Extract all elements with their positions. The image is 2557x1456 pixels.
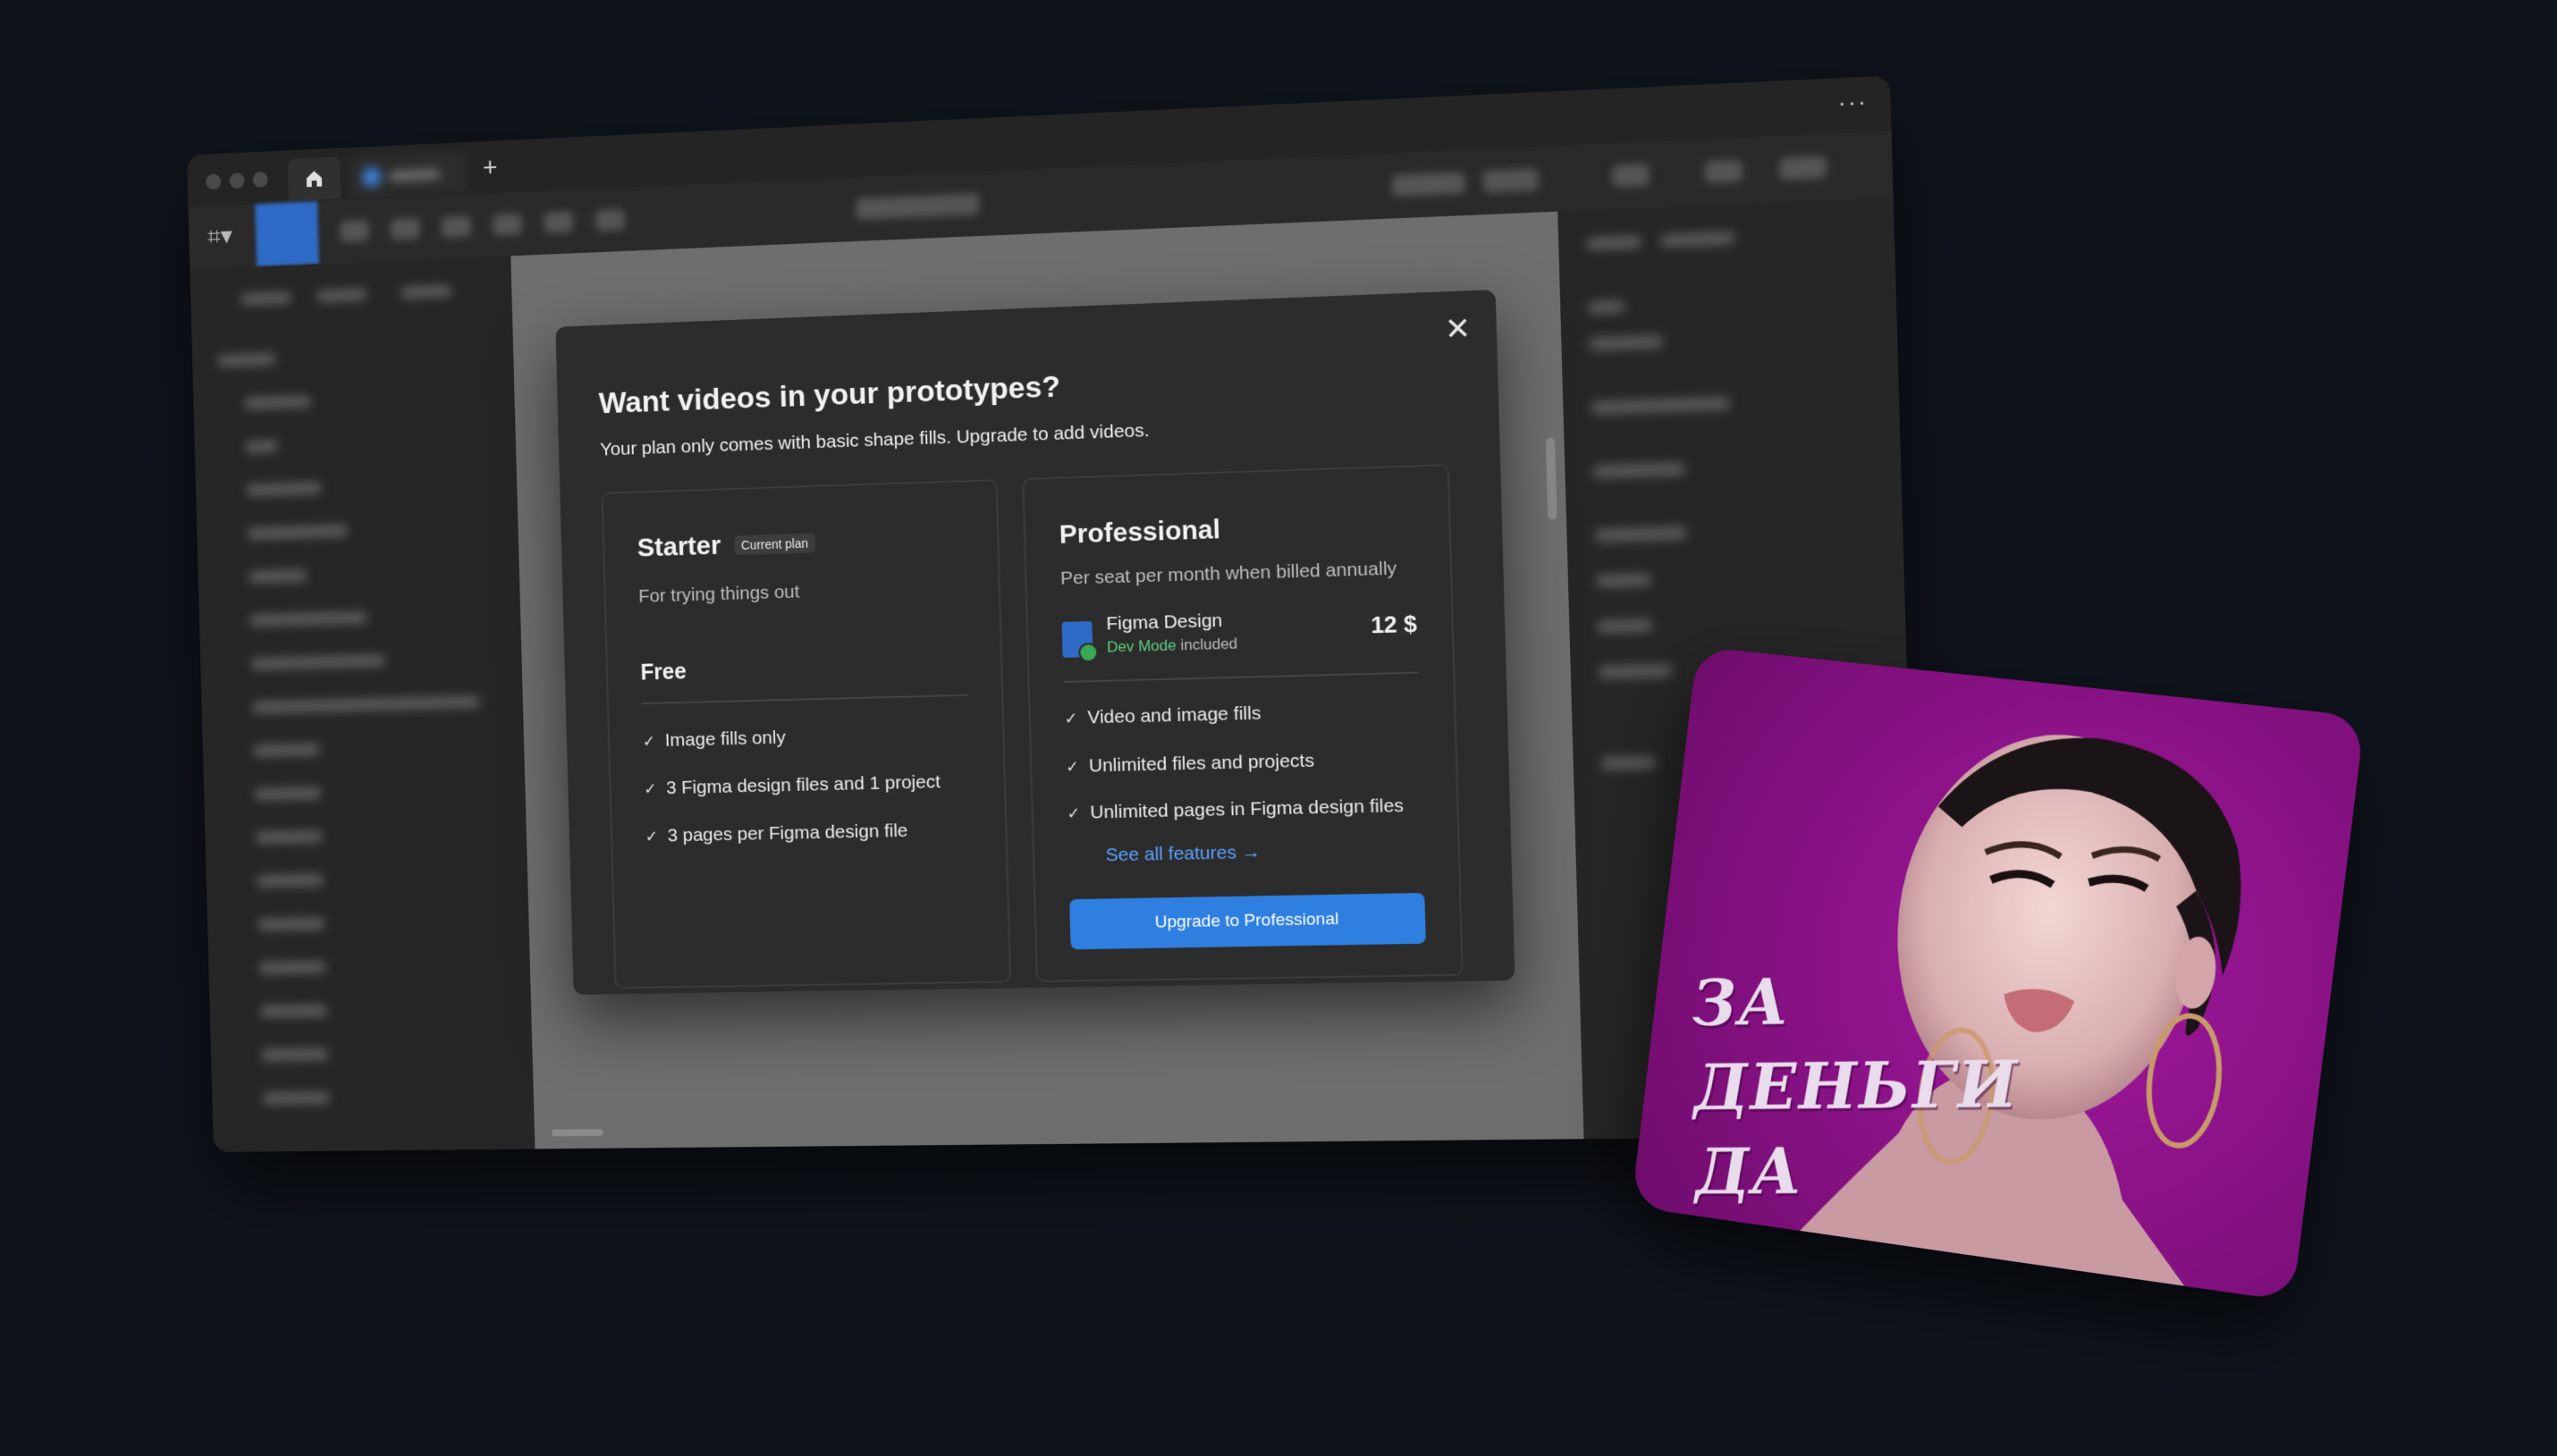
close-window-button[interactable]: [206, 173, 222, 190]
zoom-control[interactable]: [1611, 164, 1650, 188]
figma-menu-icon[interactable]: ⌗▾: [207, 221, 233, 251]
check-icon: ✓: [1067, 804, 1081, 823]
file-tab-label: [389, 169, 441, 181]
present-button[interactable]: [1482, 168, 1539, 193]
layer-item[interactable]: [252, 743, 321, 758]
close-icon[interactable]: ✕: [1444, 310, 1471, 348]
page-section-label: [1588, 299, 1625, 315]
layer-item[interactable]: [250, 654, 386, 670]
plan-name: Professional: [1059, 515, 1221, 550]
figma-design-icon: [1061, 620, 1099, 663]
feature-item: ✓ 3 pages per Figma design file: [645, 820, 908, 846]
file-tab-icon: [361, 166, 382, 188]
check-icon: ✓: [643, 779, 657, 798]
shape-tool-button[interactable]: [390, 217, 420, 240]
frame-tool-button[interactable]: [340, 220, 369, 242]
maximize-window-button[interactable]: [252, 171, 268, 189]
layer-item[interactable]: [254, 787, 322, 801]
background-color-field[interactable]: [1589, 334, 1664, 351]
plan-description: For trying things out: [637, 581, 800, 607]
professional-plan-card: Professional Per seat per month when bil…: [1022, 464, 1464, 982]
user-avatar[interactable]: [1779, 156, 1827, 181]
home-icon: [306, 170, 323, 188]
style-item[interactable]: [1598, 664, 1673, 679]
plan-tier: Free: [640, 659, 687, 686]
layer-item[interactable]: [251, 695, 481, 714]
layer-item[interactable]: [259, 1004, 328, 1018]
feature-item: ✓ Unlimited files and projects: [1065, 750, 1315, 777]
price: 12 $: [1370, 610, 1418, 639]
modal-subtitle: Your plan only comes with basic shape fi…: [599, 420, 1150, 460]
view-settings-button[interactable]: [1704, 159, 1743, 183]
layer-item[interactable]: [258, 961, 327, 975]
layer-item[interactable]: [248, 569, 308, 584]
layer-item[interactable]: [247, 524, 349, 541]
check-icon: ✓: [642, 732, 656, 751]
home-tab[interactable]: [287, 156, 342, 201]
modal-title: Want videos in your prototypes?: [598, 369, 1061, 421]
style-item[interactable]: [1595, 573, 1652, 588]
export-section[interactable]: [1600, 755, 1658, 770]
style-item[interactable]: [1594, 526, 1688, 543]
plan-name: Starter: [637, 530, 722, 563]
local-variables[interactable]: [1591, 396, 1731, 415]
current-plan-badge: Current plan: [733, 533, 816, 556]
divider: [641, 694, 968, 705]
move-tool-button[interactable]: [255, 201, 319, 267]
layer-item[interactable]: [257, 917, 325, 931]
upgrade-modal: ✕ Want videos in your prototypes? Your p…: [555, 289, 1515, 995]
dev-mode-icon: [1078, 642, 1099, 663]
file-name-breadcrumb[interactable]: [855, 193, 980, 221]
page-select[interactable]: [401, 284, 452, 299]
prototype-tab[interactable]: [1659, 231, 1735, 248]
feature-item: ✓ 3 Figma design files and 1 project: [643, 771, 941, 799]
music-cover-image: ЗА ДЕНЬГИ ДА: [1631, 646, 2366, 1302]
horizontal-scrollbar[interactable]: [551, 1129, 603, 1137]
share-button[interactable]: [1391, 172, 1465, 198]
pages-header: [217, 352, 277, 367]
layer-item[interactable]: [261, 1048, 329, 1062]
file-tab[interactable]: [348, 150, 468, 198]
assets-tab[interactable]: [316, 288, 367, 303]
divider: [1063, 671, 1419, 683]
see-all-features-link[interactable]: See all features →: [1105, 842, 1261, 867]
style-item[interactable]: [1597, 619, 1653, 634]
feature-item: ✓ Unlimited pages in Figma design files: [1067, 795, 1405, 823]
pen-tool-button[interactable]: [441, 215, 471, 239]
minimize-window-button[interactable]: [229, 173, 245, 189]
layers-tab[interactable]: [241, 290, 291, 306]
text-tool-button[interactable]: [492, 213, 522, 236]
feature-item: ✓ Image fills only: [642, 727, 786, 751]
product-name: Figma Design: [1106, 610, 1223, 635]
page-item[interactable]: [246, 482, 322, 497]
check-icon: ✓: [1064, 709, 1078, 728]
plan-description: Per seat per month when billed annually: [1059, 558, 1397, 589]
local-styles[interactable]: [1592, 462, 1686, 479]
comment-tool-button[interactable]: [595, 208, 626, 231]
check-icon: ✓: [645, 827, 659, 846]
layer-item[interactable]: [262, 1091, 330, 1105]
cover-title: ЗА ДЕНЬГИ ДА: [1692, 964, 2020, 1209]
layer-item[interactable]: [256, 873, 325, 888]
design-tab[interactable]: [1586, 235, 1642, 251]
new-tab-button[interactable]: +: [482, 153, 498, 183]
starter-plan-card: Starter Current plan For trying things o…: [601, 479, 1012, 989]
page-item[interactable]: [244, 440, 279, 453]
layer-item[interactable]: [255, 829, 324, 845]
upgrade-button[interactable]: Upgrade to Professional: [1069, 892, 1426, 950]
feature-item: ✓ Video and image fills: [1064, 703, 1262, 728]
page-item[interactable]: [243, 394, 311, 410]
resources-tool-button[interactable]: [544, 211, 574, 234]
layers-panel: [190, 256, 536, 1152]
layer-item[interactable]: [249, 610, 368, 627]
check-icon: ✓: [1065, 757, 1080, 777]
more-options-button[interactable]: ···: [1837, 88, 1869, 117]
dev-mode-note: Dev Mode included: [1106, 635, 1238, 656]
